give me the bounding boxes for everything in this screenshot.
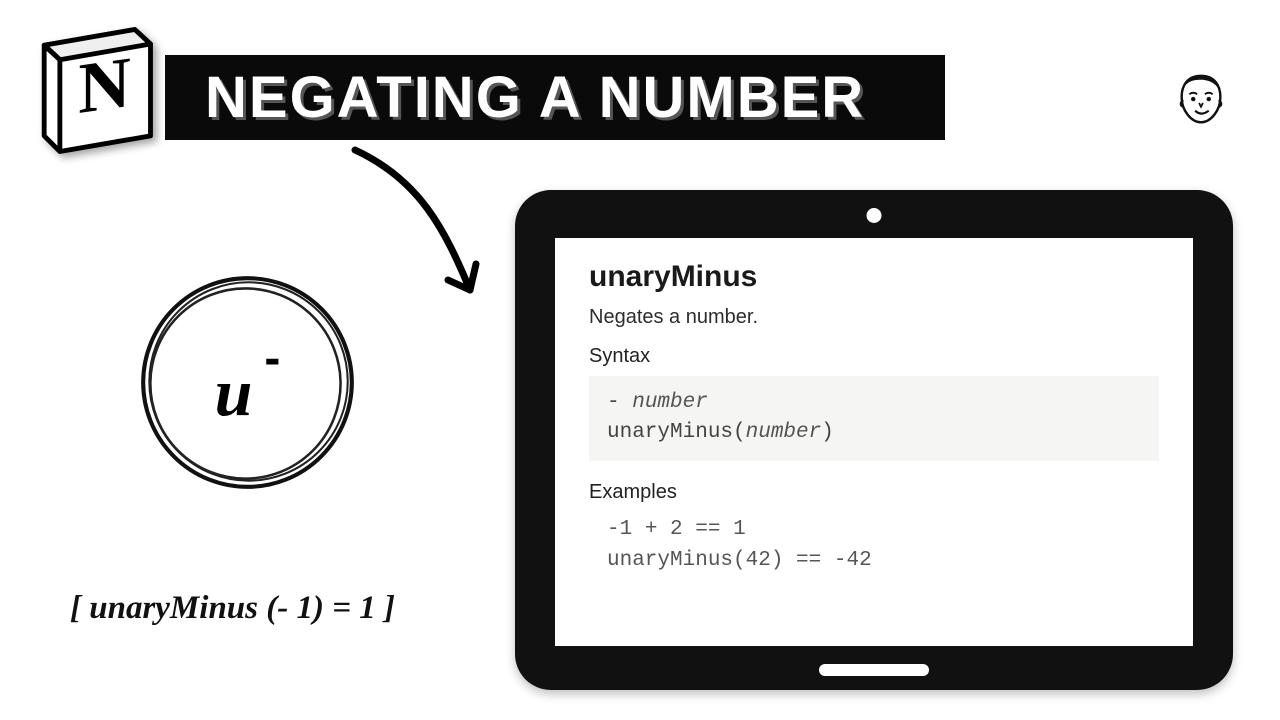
caption-text: [ unaryMinus (- 1) = 1 ]	[70, 590, 395, 627]
badge-superscript: -	[264, 331, 280, 386]
doc-panel: unaryMinus Negates a number. Syntax - nu…	[555, 238, 1193, 646]
doc-title: unaryMinus	[589, 260, 1159, 294]
doc-description: Negates a number.	[589, 306, 1159, 329]
syntax-heading: Syntax	[589, 345, 1159, 368]
tablet-device: unaryMinus Negates a number. Syntax - nu…	[515, 190, 1233, 690]
examples-heading: Examples	[589, 481, 1159, 504]
badge-letter: u	[215, 353, 253, 432]
title-bar: NEGATING A NUMBER	[165, 55, 945, 140]
examples-block: -1 + 2 == 1 unaryMinus(42) == -42	[589, 512, 1159, 577]
unary-minus-badge: u -	[135, 270, 360, 495]
tablet-home-icon	[819, 664, 929, 676]
page-title: NEGATING A NUMBER	[205, 64, 865, 131]
svg-text:N: N	[78, 41, 130, 129]
syntax-block: - number unaryMinus(number)	[589, 376, 1159, 461]
notion-logo-icon: N	[15, 15, 170, 160]
tablet-camera-icon	[867, 208, 882, 223]
avatar-icon	[1170, 70, 1232, 132]
